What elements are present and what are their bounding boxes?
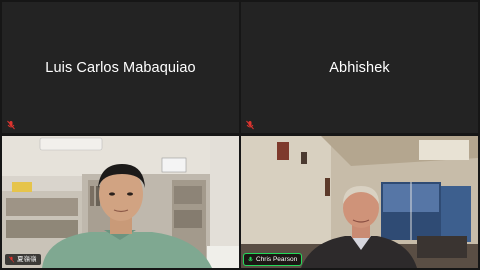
participant-video-tile-3[interactable]: 夏嶺嶺 xyxy=(2,136,239,268)
participant-video-tile-4[interactable]: Chris Pearson xyxy=(241,136,478,268)
muted-mic-icon xyxy=(8,256,15,263)
participant-name: Chris Pearson xyxy=(256,256,298,263)
participant-tile-2[interactable]: Abhishek xyxy=(241,2,478,133)
participant-name: 夏嶺嶺 xyxy=(17,256,37,263)
participant-name-tag: 夏嶺嶺 xyxy=(5,254,41,265)
participant-video-feed xyxy=(2,136,239,268)
participant-name: Abhishek xyxy=(329,59,390,76)
participant-video-feed xyxy=(241,136,478,268)
participant-name: Luis Carlos Mabaquiao xyxy=(45,59,196,76)
participant-tile-1[interactable]: Luis Carlos Mabaquiao xyxy=(2,2,239,133)
muted-mic-icon xyxy=(7,120,15,130)
participant-name-tag: Chris Pearson xyxy=(242,253,303,266)
microphone-icon xyxy=(248,256,253,262)
muted-mic-icon xyxy=(246,120,254,130)
